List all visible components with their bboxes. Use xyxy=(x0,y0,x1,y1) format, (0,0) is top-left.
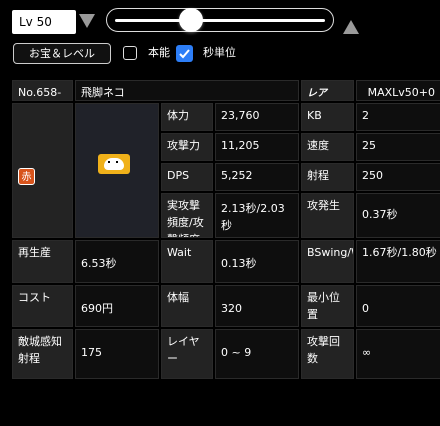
foreswing-value: 0.37秒 xyxy=(356,193,440,238)
unit-name: 飛脚ネコ xyxy=(75,80,299,101)
body-width-value: 320 xyxy=(215,285,299,327)
range-label: 射程 xyxy=(301,163,354,191)
castle-sight-label: 敵城感知射程 xyxy=(12,329,73,379)
slider-track xyxy=(115,19,325,22)
seconds-unit-checkbox[interactable] xyxy=(176,45,193,62)
attack-count-value: ∞ xyxy=(356,329,440,379)
kb-label: KB xyxy=(301,103,354,131)
hp-value: 23,760 xyxy=(215,103,299,131)
layer-value: 0 ~ 9 xyxy=(215,329,299,379)
hp-label: 体力 xyxy=(161,103,213,131)
attack-frequency-value: 2.13秒/2.03秒 xyxy=(215,193,299,238)
unit-number: No.658-3 xyxy=(12,80,73,101)
wait-label: Wait xyxy=(161,240,213,283)
level-input[interactable]: Lv 50 xyxy=(12,10,76,34)
rarity-label: レア xyxy=(301,80,354,101)
red-trait-badge-icon: 赤 xyxy=(18,168,35,185)
seconds-unit-label: 秒単位 xyxy=(203,46,236,59)
max-level: MAXLv50+0 xyxy=(356,80,440,101)
speed-value: 25 xyxy=(356,133,440,161)
cost-label: コスト xyxy=(12,285,73,327)
recharge-label: 再生産 xyxy=(12,240,73,283)
cost-value: 690円 xyxy=(75,285,159,327)
slider-thumb[interactable] xyxy=(178,8,203,32)
unit-stats-table: No.658-3 飛脚ネコ レア MAXLv50+0 赤 体力 23,760 K… xyxy=(12,80,440,426)
swing-value: 1.67秒/1.80秒 xyxy=(356,240,440,283)
treasure-level-button[interactable]: お宝＆レベル xyxy=(13,43,111,64)
cat-unit-icon xyxy=(98,154,130,174)
attack-frequency-label: 実攻撃頻度/攻撃頻度 xyxy=(161,193,213,238)
attack-value: 11,205 xyxy=(215,133,299,161)
min-position-value: 0 xyxy=(356,285,440,327)
dps-value: 5,252 xyxy=(215,163,299,191)
instinct-label: 本能 xyxy=(148,46,170,59)
kb-value: 2 xyxy=(356,103,440,131)
level-slider[interactable] xyxy=(106,8,334,32)
foreswing-label: 攻発生 xyxy=(301,193,354,238)
speed-label: 速度 xyxy=(301,133,354,161)
level-up-arrow-icon[interactable] xyxy=(343,20,359,34)
attack-count-label: 攻撃回数 xyxy=(301,329,354,379)
rarity-text: レア xyxy=(307,88,327,99)
castle-sight-value: 175 xyxy=(75,329,159,379)
min-position-label: 最小位置 xyxy=(301,285,354,327)
body-width-label: 体幅 xyxy=(161,285,213,327)
instinct-checkbox[interactable] xyxy=(123,46,137,60)
unit-image-cell xyxy=(75,103,159,238)
level-down-arrow-icon[interactable] xyxy=(79,14,95,28)
swing-label: BSwing/WSwing xyxy=(301,240,354,283)
layer-label: レイヤー xyxy=(161,329,213,379)
recharge-value: 6.53秒 xyxy=(75,240,159,283)
attack-label: 攻撃力 xyxy=(161,133,213,161)
checkmark-icon xyxy=(179,49,190,59)
dps-label: DPS xyxy=(161,163,213,191)
range-value: 250 xyxy=(356,163,440,191)
target-trait-cell: 赤 xyxy=(12,103,73,238)
wait-value: 0.13秒 xyxy=(215,240,299,283)
